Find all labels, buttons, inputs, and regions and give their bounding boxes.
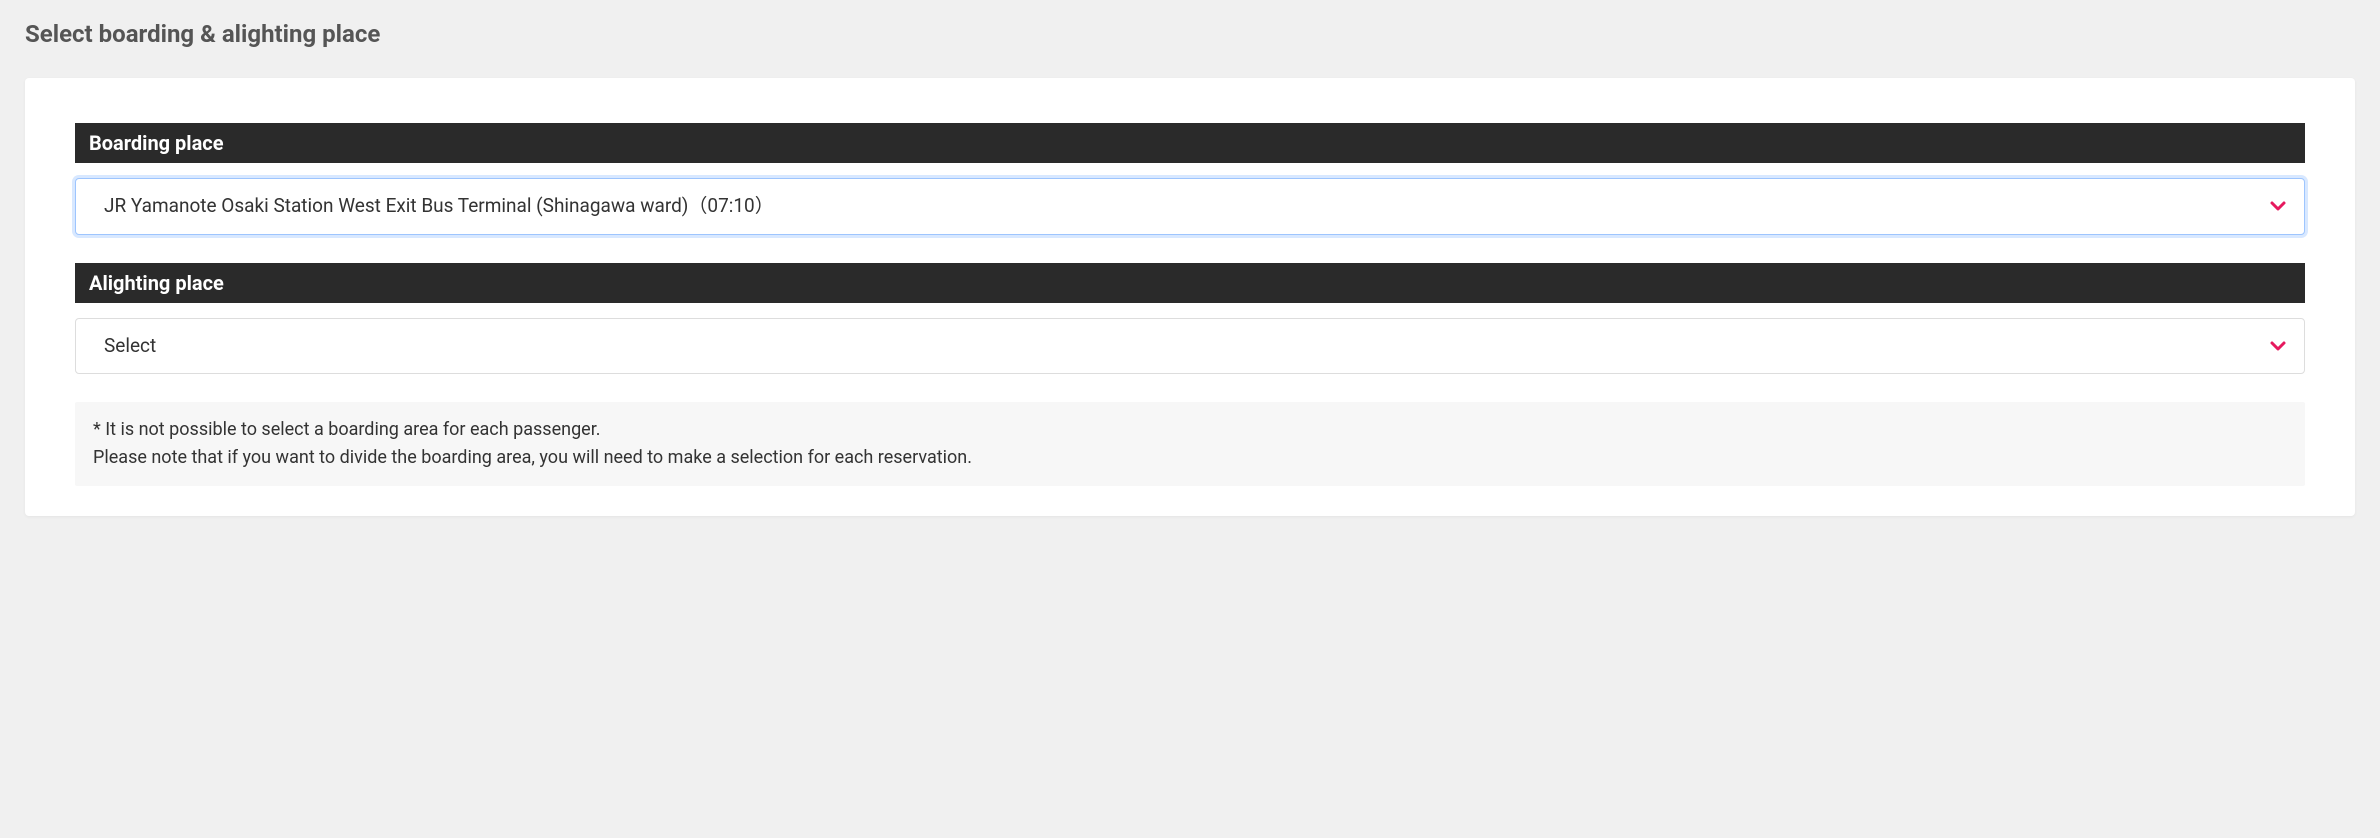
note-line-1: * It is not possible to select a boardin… bbox=[93, 416, 2287, 444]
boarding-selected-value: JR Yamanote Osaki Station West Exit Bus … bbox=[104, 194, 774, 217]
alighting-section-header: Alighting place bbox=[75, 263, 2305, 303]
alighting-select-wrapper: Select bbox=[75, 318, 2305, 375]
boarding-section-header: Boarding place bbox=[75, 123, 2305, 163]
boarding-select-wrapper: JR Yamanote Osaki Station West Exit Bus … bbox=[75, 178, 2305, 235]
note-line-2: Please note that if you want to divide t… bbox=[93, 444, 2287, 472]
page-title: Select boarding & alighting place bbox=[25, 20, 2355, 48]
boarding-place-select[interactable]: JR Yamanote Osaki Station West Exit Bus … bbox=[75, 178, 2305, 235]
alighting-selected-value: Select bbox=[104, 334, 156, 357]
form-card: Boarding place JR Yamanote Osaki Station… bbox=[25, 78, 2355, 516]
alighting-place-select[interactable]: Select bbox=[75, 318, 2305, 375]
note-box: * It is not possible to select a boardin… bbox=[75, 402, 2305, 486]
